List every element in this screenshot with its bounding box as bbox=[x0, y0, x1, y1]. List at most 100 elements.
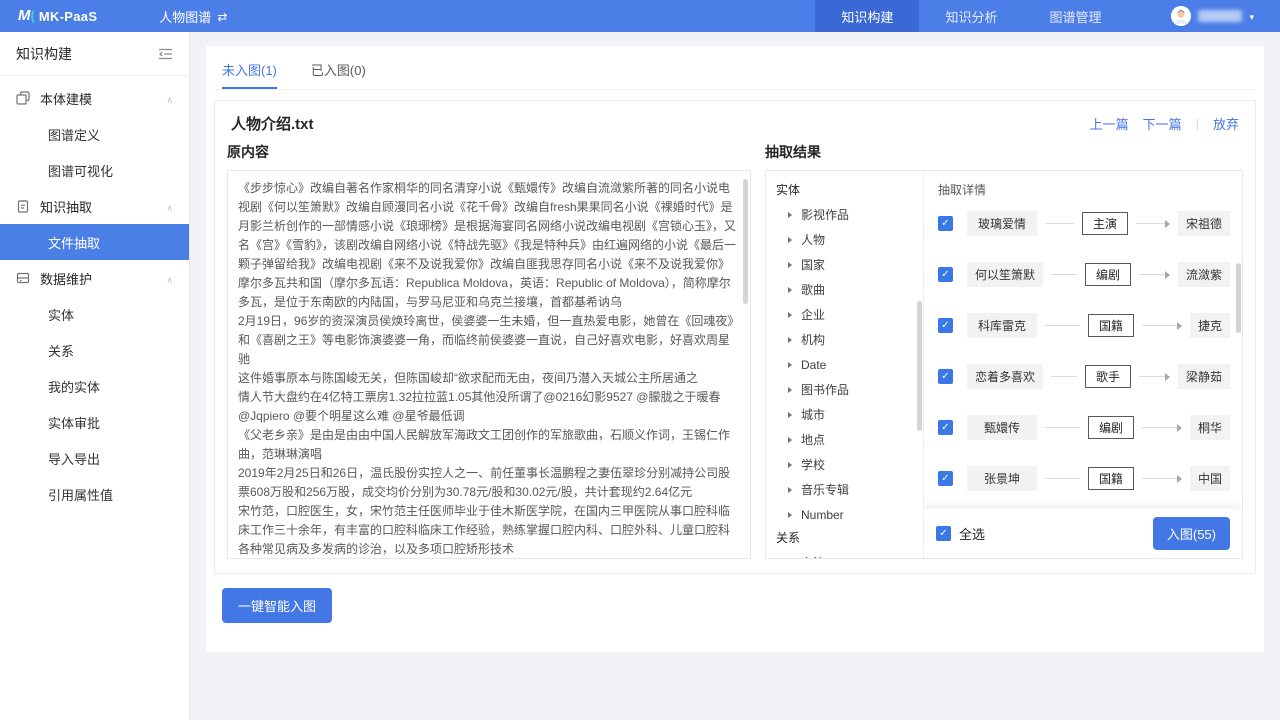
relation-type-box[interactable]: 编剧 bbox=[1085, 263, 1131, 286]
sidebar-group-items: 文件抽取 bbox=[0, 224, 189, 260]
target-entity-chip[interactable]: 中国 bbox=[1190, 466, 1230, 491]
prev-doc-link[interactable]: 上一篇 bbox=[1090, 114, 1129, 133]
row-checkbox[interactable] bbox=[938, 267, 953, 282]
relation-line bbox=[1142, 427, 1177, 428]
entity-type-item[interactable]: 图书作品 bbox=[776, 377, 923, 402]
expand-arrow-icon[interactable] bbox=[788, 412, 792, 418]
expand-arrow-icon[interactable] bbox=[788, 262, 792, 268]
relation-type-box[interactable]: 主演 bbox=[1082, 212, 1128, 235]
next-doc-link[interactable]: 下一篇 bbox=[1143, 114, 1182, 133]
target-entity-chip[interactable]: 捷克 bbox=[1190, 313, 1230, 338]
sidebar-item[interactable]: 图谱可视化 bbox=[0, 152, 189, 188]
entity-type-item[interactable]: 学校 bbox=[776, 452, 923, 477]
topnav-item[interactable]: 图谱管理 bbox=[1023, 0, 1127, 32]
entity-type-item[interactable]: 城市 bbox=[776, 402, 923, 427]
scrollbar-thumb[interactable] bbox=[743, 179, 748, 304]
chevron-up-icon[interactable] bbox=[166, 271, 173, 286]
tab[interactable]: 未入图(1) bbox=[222, 60, 277, 89]
entity-type-label: 国家 bbox=[801, 256, 825, 273]
discard-link[interactable]: 放弃 bbox=[1213, 114, 1239, 133]
source-entity-chip[interactable]: 张景坤 bbox=[967, 466, 1037, 491]
entity-type-item[interactable]: 国家 bbox=[776, 252, 923, 277]
expand-arrow-icon[interactable] bbox=[788, 512, 792, 518]
source-paragraph: 这件婚事原本与陈国峻无关，但陈国峻却“欲求配而无由，夜间乃潜入天城公主所居通之 bbox=[238, 369, 736, 388]
scrollbar-thumb[interactable] bbox=[1236, 263, 1241, 333]
entity-type-item[interactable]: 影视作品 bbox=[776, 202, 923, 227]
row-checkbox[interactable] bbox=[938, 420, 953, 435]
expand-arrow-icon[interactable] bbox=[788, 362, 792, 368]
source-entity-chip[interactable]: 何以笙箫默 bbox=[967, 262, 1043, 287]
tab[interactable]: 已入图(0) bbox=[311, 60, 366, 89]
sidebar-group-ontology[interactable]: 本体建模 bbox=[0, 80, 189, 116]
relation-type-box[interactable]: 国籍 bbox=[1088, 314, 1134, 337]
source-text-box[interactable]: 《步步惊心》改编自著名作家桐华的同名清穿小说《甄嬛传》改编自流潋紫所著的同名小说… bbox=[227, 170, 751, 559]
sidebar-item[interactable]: 实体审批 bbox=[0, 404, 189, 440]
sidebar-item[interactable]: 我的实体 bbox=[0, 368, 189, 404]
expand-arrow-icon[interactable] bbox=[788, 287, 792, 293]
entity-type-item[interactable]: 音乐专辑 bbox=[776, 477, 923, 502]
user-name-masked bbox=[1198, 10, 1242, 22]
expand-arrow-icon[interactable] bbox=[788, 237, 792, 243]
sidebar-item[interactable]: 关系 bbox=[0, 332, 189, 368]
topnav-item[interactable]: 知识构建 bbox=[815, 0, 919, 32]
import-to-graph-button[interactable]: 入图(55) bbox=[1153, 517, 1230, 550]
relation-type-box[interactable]: 编剧 bbox=[1088, 416, 1134, 439]
entity-type-item[interactable]: 歌曲 bbox=[776, 277, 923, 302]
logo-mark-icon bbox=[18, 7, 31, 25]
scrollbar-thumb[interactable] bbox=[917, 301, 922, 431]
row-checkbox[interactable] bbox=[938, 318, 953, 333]
sidebar-item[interactable]: 图谱定义 bbox=[0, 116, 189, 152]
sidebar-group-extraction[interactable]: 知识抽取 bbox=[0, 188, 189, 224]
arrow-head-icon bbox=[1165, 373, 1170, 381]
target-entity-chip[interactable]: 流潋紫 bbox=[1178, 262, 1230, 287]
collapse-sidebar-icon[interactable] bbox=[158, 48, 173, 60]
row-checkbox[interactable] bbox=[938, 471, 953, 486]
source-paragraph: 《步步惊心》改编自著名作家桐华的同名清穿小说《甄嬛传》改编自流潋紫所著的同名小说… bbox=[238, 179, 736, 274]
expand-arrow-icon[interactable] bbox=[788, 212, 792, 218]
relation-type-box[interactable]: 歌手 bbox=[1085, 365, 1131, 388]
entity-type-label: 企业 bbox=[801, 306, 825, 323]
chevron-up-icon[interactable] bbox=[166, 199, 173, 214]
target-entity-chip[interactable]: 梁静茹 bbox=[1178, 364, 1230, 389]
current-graph-selector[interactable]: 人物图谱 bbox=[159, 7, 227, 26]
arrow-head-icon bbox=[1177, 322, 1182, 330]
sidebar-item[interactable]: 引用属性值 bbox=[0, 476, 189, 512]
sidebar-item[interactable]: 文件抽取 bbox=[0, 224, 189, 260]
expand-arrow-icon[interactable] bbox=[788, 437, 792, 443]
entity-type-item[interactable]: 机构 bbox=[776, 327, 923, 352]
smart-import-button[interactable]: 一键智能入图 bbox=[222, 588, 332, 623]
source-entity-chip[interactable]: 甄嬛传 bbox=[967, 415, 1037, 440]
source-entity-chip[interactable]: 恋着多喜欢 bbox=[967, 364, 1043, 389]
select-all-control[interactable]: 全选 bbox=[936, 524, 985, 543]
relation-type-box[interactable]: 国籍 bbox=[1088, 467, 1134, 490]
sidebar-group-label: 数据维护 bbox=[40, 269, 92, 288]
source-paragraph: 情人节大盘约在4亿特工票房1.32拉拉蓝1.05其他没所谓了@0216幻影952… bbox=[238, 388, 736, 426]
relation-row: 恋着多喜欢 歌手 梁静茹 bbox=[938, 351, 1230, 402]
target-entity-chip[interactable]: 宋祖德 bbox=[1178, 211, 1230, 236]
switch-graph-icon[interactable] bbox=[217, 9, 227, 24]
target-entity-chip[interactable]: 桐华 bbox=[1190, 415, 1230, 440]
select-all-checkbox[interactable] bbox=[936, 526, 951, 541]
user-menu[interactable] bbox=[1171, 6, 1254, 26]
relation-type-list: 主演 编剧 bbox=[776, 550, 923, 558]
row-checkbox[interactable] bbox=[938, 369, 953, 384]
source-entity-chip[interactable]: 玻璃爱情 bbox=[967, 211, 1037, 236]
topnav-item[interactable]: 知识分析 bbox=[919, 0, 1023, 32]
source-entity-chip[interactable]: 科库雷克 bbox=[967, 313, 1037, 338]
sidebar-group-data[interactable]: 数据维护 bbox=[0, 260, 189, 296]
expand-arrow-icon[interactable] bbox=[788, 337, 792, 343]
expand-arrow-icon[interactable] bbox=[788, 312, 792, 318]
expand-arrow-icon[interactable] bbox=[788, 487, 792, 493]
expand-arrow-icon[interactable] bbox=[788, 387, 792, 393]
entity-type-item[interactable]: 企业 bbox=[776, 302, 923, 327]
sidebar-item[interactable]: 实体 bbox=[0, 296, 189, 332]
chevron-up-icon[interactable] bbox=[166, 91, 173, 106]
sidebar-item[interactable]: 导入导出 bbox=[0, 440, 189, 476]
entity-type-item[interactable]: Date bbox=[776, 352, 923, 377]
entity-type-item[interactable]: 人物 bbox=[776, 227, 923, 252]
relation-type-item[interactable]: 主演 bbox=[776, 550, 923, 558]
row-checkbox[interactable] bbox=[938, 216, 953, 231]
entity-type-item[interactable]: Number bbox=[776, 502, 923, 527]
expand-arrow-icon[interactable] bbox=[788, 462, 792, 468]
entity-type-item[interactable]: 地点 bbox=[776, 427, 923, 452]
